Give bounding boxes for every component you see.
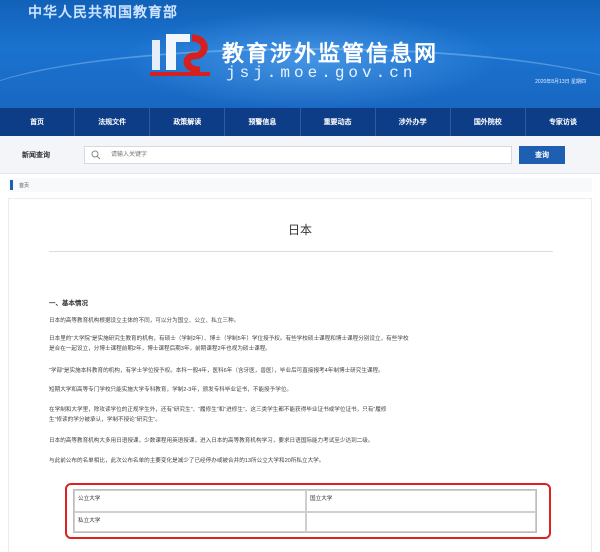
breadcrumb-home-link[interactable]: 首页 bbox=[19, 182, 29, 189]
search-icon bbox=[91, 150, 101, 160]
paragraph: 生”修读的学分被承认，学制不授论“研究生”。 bbox=[49, 417, 161, 423]
nav-item-overseas-institutions[interactable]: 国外院校 bbox=[451, 108, 526, 136]
ministry-name: 中华人民共和国教育部 bbox=[28, 4, 178, 20]
site-domain: jsj.moe.gov.cn bbox=[226, 64, 417, 82]
breadcrumb: 首页 bbox=[8, 178, 592, 192]
main-nav: 首页 法规文件 政策解读 预警信息 重要动态 涉外办学 国外院校 专家访谈 bbox=[0, 108, 600, 136]
paragraph: 是合在一起设立，分博士课程前期2年，博士课程后期3年，前期课程2年也视为硕士课程… bbox=[49, 346, 271, 352]
site-logo-icon bbox=[150, 34, 210, 76]
section-heading: 一、基本情况 bbox=[49, 300, 88, 307]
current-date: 2020年8月13日 星期四 bbox=[535, 79, 586, 85]
paragraph: 短期大学和高等专门学校只能实施大学专科教育，学制2-3年，颁发专科毕业证书，不能… bbox=[49, 387, 293, 393]
table-cell-public[interactable]: 公立大学 bbox=[74, 490, 306, 512]
search-button[interactable]: 查询 bbox=[519, 146, 565, 164]
nav-item-alerts[interactable]: 预警信息 bbox=[225, 108, 301, 136]
nav-item-policy[interactable]: 政策解读 bbox=[150, 108, 226, 136]
paragraph: 日本的高等教育机构大多用日语授课，少数课程用英语授课，进入日本的高等教育机构学习… bbox=[49, 438, 374, 444]
nav-item-regulations[interactable]: 法规文件 bbox=[75, 108, 151, 136]
search-bar: 新闻查询 查询 bbox=[0, 136, 600, 174]
paragraph: 在学制和大学里，除攻读学位的正规学生外，还有“研究生”、“履修生”和“进修生”，… bbox=[49, 407, 387, 413]
search-input[interactable] bbox=[111, 147, 507, 163]
paragraph: “学部”是实施本科教育的机构，有学士学位授予权。本科一般4年，医科6年（含牙医，… bbox=[49, 368, 384, 374]
title-divider bbox=[49, 251, 553, 252]
university-table: 公立大学 国立大学 私立大学 bbox=[73, 489, 537, 533]
paragraph: 日本里的“大学院”是实施研究生教育的机构，有硕士（学制2年）、博士（学制5年）学… bbox=[49, 336, 409, 342]
article-panel: 日本 一、基本情况 日本的高等教育机构根据设立主体的不同，可以分为国立、公立、私… bbox=[8, 198, 592, 552]
breadcrumb-marker bbox=[10, 180, 13, 190]
paragraph: 与此前公布的名单相比，此次公布名单的主要变化是减少了已经停办或被合并的13所公立… bbox=[49, 458, 325, 464]
nav-item-home[interactable]: 首页 bbox=[0, 108, 76, 136]
table-cell-private[interactable]: 私立大学 bbox=[74, 512, 306, 532]
page-title: 日本 bbox=[287, 223, 312, 237]
paragraph: 日本的高等教育机构根据设立主体的不同，可以分为国立、公立、私立三种。 bbox=[49, 318, 240, 324]
table-cell-national[interactable]: 国立大学 bbox=[306, 490, 536, 512]
nav-item-news[interactable]: 重要动态 bbox=[301, 108, 376, 136]
table-cell-empty bbox=[306, 512, 536, 532]
header-banner: 中华人民共和国教育部 教育涉外监管信息网 jsj.moe.gov.cn 2020… bbox=[0, 0, 600, 108]
nav-item-foreign-schools[interactable]: 涉外办学 bbox=[376, 108, 451, 136]
search-box[interactable] bbox=[84, 146, 512, 164]
nav-item-interviews[interactable]: 专家访谈 bbox=[526, 108, 600, 136]
search-label: 新闻查询 bbox=[22, 152, 50, 159]
